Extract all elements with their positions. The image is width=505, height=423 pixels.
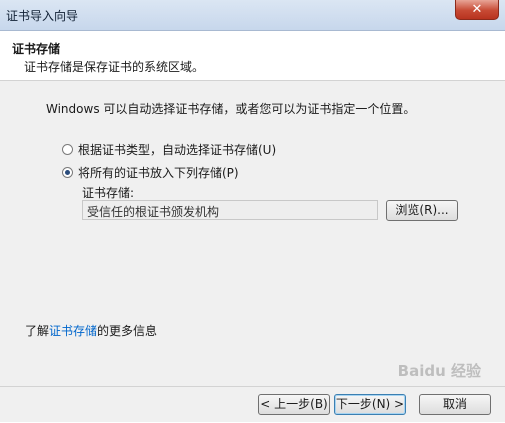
next-button[interactable]: 下一步(N) > <box>334 394 406 415</box>
watermark: Baidu 经验 <box>397 362 481 380</box>
more-info-suffix: 的更多信息 <box>97 324 158 338</box>
wizard-content: Windows 可以自动选择证书存储，或者您可以为证书指定一个位置。 根据证书类… <box>0 81 505 386</box>
wizard-header: 证书存储 证书存储是保存证书的系统区域。 <box>0 31 505 81</box>
certificate-store-link[interactable]: 证书存储 <box>49 324 97 338</box>
close-button[interactable]: ✕ <box>455 0 499 20</box>
radio-auto-select-icon[interactable] <box>62 144 73 155</box>
close-icon: ✕ <box>471 2 483 17</box>
radio-place-all-icon[interactable] <box>62 167 73 178</box>
certificate-store-field: 受信任的根证书颁发机构 <box>82 200 378 220</box>
wizard-footer: < 上一步(B) 下一步(N) > 取消 <box>0 386 505 423</box>
page-title: 证书存储 <box>12 42 61 56</box>
browse-button[interactable]: 浏览(R)... <box>386 200 458 221</box>
title-bar[interactable]: 证书导入向导 ✕ <box>0 0 505 31</box>
radio-place-all[interactable]: 将所有的证书放入下列存储(P) <box>62 164 239 181</box>
cancel-button[interactable]: 取消 <box>419 394 491 415</box>
intro-text: Windows 可以自动选择证书存储，或者您可以为证书指定一个位置。 <box>46 102 416 116</box>
page-subtitle: 证书存储是保存证书的系统区域。 <box>24 60 205 74</box>
certificate-import-wizard-window: 证书导入向导 ✕ 证书存储 证书存储是保存证书的系统区域。 Windows 可以… <box>0 0 505 422</box>
radio-auto-select[interactable]: 根据证书类型，自动选择证书存储(U) <box>62 141 276 158</box>
more-info-prefix: 了解 <box>25 324 50 338</box>
back-button[interactable]: < 上一步(B) <box>258 394 330 415</box>
certificate-store-label: 证书存储: <box>82 186 135 200</box>
radio-place-all-label: 将所有的证书放入下列存储(P) <box>78 166 239 180</box>
window-title: 证书导入向导 <box>6 9 79 23</box>
more-info-text: 了解证书存储的更多信息 <box>25 322 157 339</box>
radio-auto-select-label: 根据证书类型，自动选择证书存储(U) <box>78 143 277 157</box>
